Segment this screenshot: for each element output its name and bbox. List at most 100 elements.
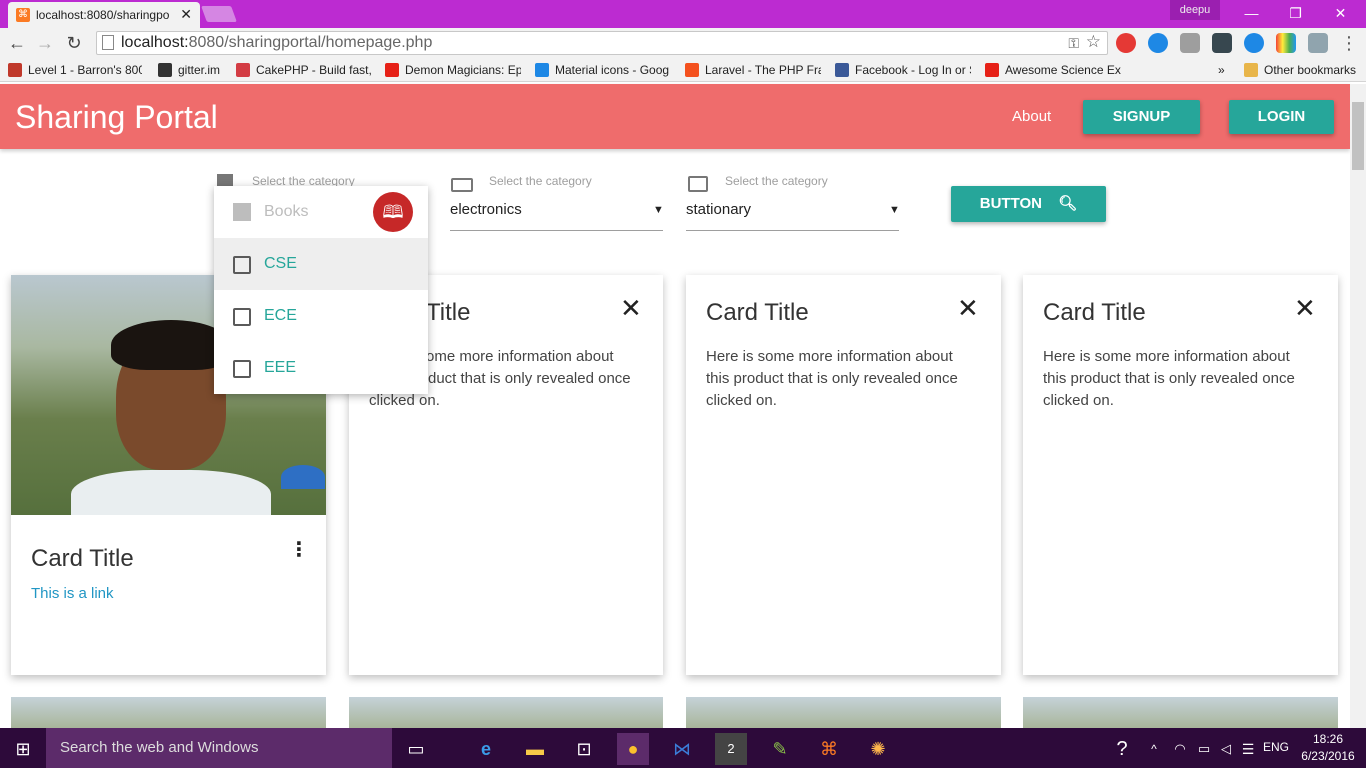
- checkbox[interactable]: [233, 256, 251, 274]
- lock-extension-icon[interactable]: [1180, 33, 1200, 53]
- bookmark-item[interactable]: CakePHP - Build fast,: [236, 62, 372, 78]
- notifications-icon[interactable]: ☰: [1232, 733, 1264, 765]
- more-vert-icon[interactable]: ⋮: [289, 537, 309, 562]
- signup-button[interactable]: SIGNUP: [1083, 100, 1200, 134]
- bookmark-favicon-icon: [385, 63, 399, 77]
- bookmarks-overflow-button[interactable]: »: [1218, 62, 1232, 78]
- electronics-select-value[interactable]: electronics: [450, 201, 522, 218]
- help-icon[interactable]: ?: [1106, 733, 1138, 765]
- bookmark-item[interactable]: Material icons - Goog: [535, 62, 671, 78]
- xampp-icon[interactable]: ⌘: [813, 733, 845, 765]
- clock-date[interactable]: 6/23/2016: [1296, 749, 1360, 763]
- stationary-select-value[interactable]: stationary: [686, 201, 751, 218]
- store-icon[interactable]: ⊡: [568, 733, 600, 765]
- select-underline: [686, 230, 899, 231]
- edge-icon[interactable]: e: [470, 733, 502, 765]
- file-explorer-icon[interactable]: ▬: [519, 733, 551, 765]
- back-icon[interactable]: ←: [6, 32, 28, 54]
- clock-time[interactable]: 18:26: [1300, 732, 1356, 746]
- chrome-menu-icon[interactable]: ⋮: [1340, 33, 1358, 54]
- card-photo-partial: [11, 697, 326, 728]
- tab-close-icon[interactable]: ✕: [180, 6, 192, 23]
- about-link[interactable]: About: [1012, 108, 1051, 125]
- card-photo-partial: [686, 697, 1001, 728]
- url-path: 8080/sharingportal/homepage.php: [188, 34, 433, 51]
- folder-icon: [1244, 63, 1258, 77]
- bookmark-item[interactable]: Awesome Science Exp: [985, 62, 1121, 78]
- bookmark-favicon-icon: [8, 63, 22, 77]
- person-shirt: [71, 470, 271, 515]
- reveal-card: [1023, 275, 1338, 675]
- app-2-icon[interactable]: 2: [715, 733, 747, 765]
- card-giftcard-icon: [688, 176, 708, 192]
- bookmark-favicon-icon: [158, 63, 172, 77]
- forward-icon[interactable]: →: [34, 32, 56, 54]
- dropdown-arrow-icon[interactable]: ▼: [653, 204, 664, 216]
- card-body: Here is some more information about this…: [1043, 348, 1295, 409]
- address-bar[interactable]: localhost:8080/sharingportal/homepage.ph…: [96, 31, 1108, 55]
- card-text-line: ome more information about: [426, 348, 614, 365]
- taskbar-search[interactable]: Search the web and Windows: [46, 728, 392, 768]
- paint-icon[interactable]: ✺: [862, 733, 894, 765]
- minimize-icon[interactable]: —: [1229, 0, 1274, 28]
- dropdown-arrow-icon[interactable]: ▼: [889, 204, 900, 216]
- devices-icon: [451, 178, 473, 192]
- search-icon: 🔍︎: [1058, 195, 1078, 212]
- brand-logo[interactable]: Sharing Portal: [15, 99, 218, 136]
- new-tab-button[interactable]: [201, 6, 237, 22]
- card-link[interactable]: This is a link: [31, 585, 114, 602]
- option-label: CSE: [264, 255, 297, 272]
- bookmark-item[interactable]: gitter.im: [158, 62, 228, 78]
- close-icon[interactable]: ✕: [1294, 293, 1316, 324]
- key-icon[interactable]: ⚿: [1068, 32, 1079, 54]
- login-button[interactable]: LOGIN: [1229, 100, 1334, 134]
- language-indicator[interactable]: ENG: [1263, 740, 1289, 754]
- select-underline: [450, 230, 663, 231]
- close-window-icon[interactable]: ✕: [1318, 0, 1363, 28]
- checkbox[interactable]: [233, 308, 251, 326]
- search-button-label: BUTTON: [979, 195, 1042, 212]
- bookmark-item[interactable]: Facebook - Log In or S: [835, 62, 971, 78]
- disabled-checkbox: [233, 203, 251, 221]
- dropdown-option-ece[interactable]: ECE: [214, 290, 428, 342]
- page-icon: [102, 35, 114, 50]
- dropdown-option-eee[interactable]: EEE: [214, 342, 428, 394]
- dropdown-header-label: Books: [264, 203, 309, 220]
- reload-icon[interactable]: ↻: [63, 32, 85, 54]
- card-title: Card Title: [706, 299, 809, 326]
- telegram-extension-icon[interactable]: [1244, 33, 1264, 53]
- windows-start-icon[interactable]: ⊞: [7, 733, 39, 765]
- dropdown-option-cse[interactable]: CSE: [214, 238, 428, 290]
- restore-icon[interactable]: ❐: [1273, 0, 1318, 28]
- profile-button[interactable]: deepu: [1170, 0, 1220, 20]
- visual-studio-icon[interactable]: ⋈: [666, 733, 698, 765]
- bookmark-favicon-icon: [835, 63, 849, 77]
- color-extension-icon[interactable]: [1276, 33, 1296, 53]
- other-bookmarks-folder[interactable]: Other bookmarks: [1244, 62, 1362, 78]
- person-hair: [111, 320, 231, 370]
- bookmark-item[interactable]: Laravel - The PHP Fran: [685, 62, 821, 78]
- option-label: EEE: [264, 359, 297, 376]
- search-button[interactable]: BUTTON 🔍︎: [951, 186, 1106, 222]
- check-extension-icon[interactable]: [1212, 33, 1232, 53]
- bookmark-item[interactable]: Level 1 - Barron's 800: [8, 62, 142, 78]
- translate-extension-icon[interactable]: [1308, 33, 1328, 53]
- opera-extension-icon[interactable]: [1116, 33, 1136, 53]
- browser-tab[interactable]: ⌘ localhost:8080/sharingpo ✕: [8, 2, 200, 28]
- scrollbar-thumb[interactable]: [1352, 102, 1364, 170]
- card-text-line: duct that is only revealed once: [428, 370, 631, 387]
- star-bookmark-icon[interactable]: ☆: [1086, 31, 1101, 53]
- close-icon[interactable]: ✕: [620, 293, 642, 324]
- scrollbar-track[interactable]: [1350, 84, 1366, 728]
- bookmark-item[interactable]: Demon Magicians: Ep: [385, 62, 521, 78]
- url-host: localhost:: [121, 34, 189, 51]
- notepadpp-icon[interactable]: ✎: [764, 733, 796, 765]
- checkbox[interactable]: [233, 360, 251, 378]
- sync-extension-icon[interactable]: [1148, 33, 1168, 53]
- task-view-icon[interactable]: ▭: [400, 733, 432, 765]
- chrome-icon[interactable]: ●: [617, 733, 649, 765]
- reveal-card: [686, 275, 1001, 675]
- close-icon[interactable]: ✕: [957, 293, 979, 324]
- card-body: Here is some more information about this…: [706, 348, 958, 409]
- book-icon: 🕮︎: [373, 192, 413, 232]
